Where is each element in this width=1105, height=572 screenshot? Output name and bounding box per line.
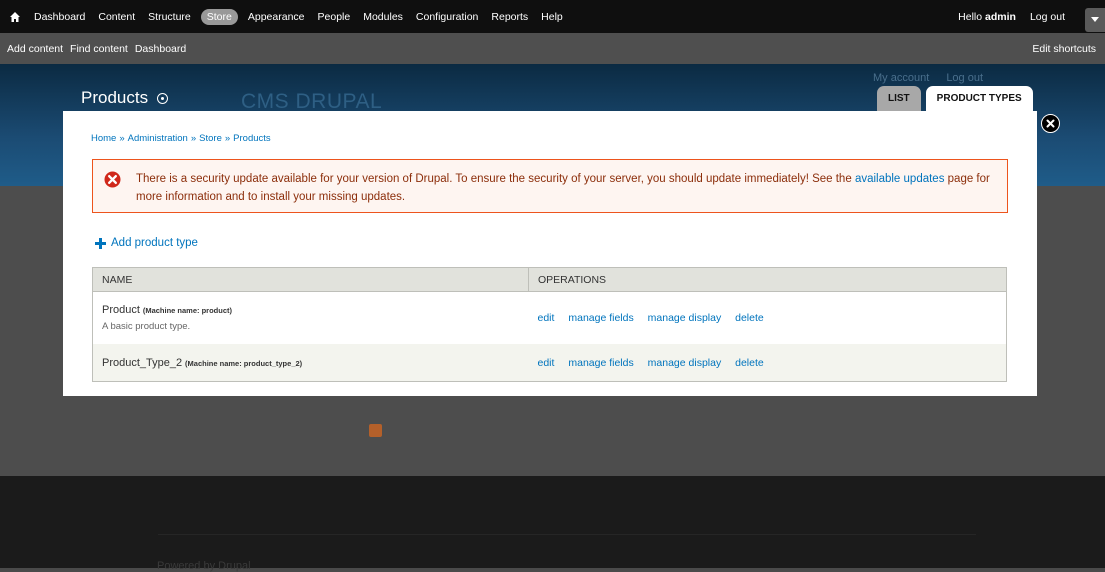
chevron-down-icon — [1091, 17, 1099, 22]
column-header-operations: OPERATIONS — [528, 267, 1007, 292]
shortcut-add-icon[interactable] — [157, 92, 169, 104]
breadcrumb-separator: » — [224, 133, 231, 144]
shortcuts-toggle-button[interactable] — [1085, 7, 1105, 32]
edit-shortcuts-link[interactable]: Edit shortcuts — [1032, 33, 1096, 64]
close-icon[interactable] — [1041, 114, 1060, 133]
machine-name: (Machine name: product) — [142, 306, 233, 315]
hello-user: Hello admin — [958, 11, 1016, 23]
footer-divider — [158, 534, 976, 535]
product-type-name-cell: Product_Type_2 (Machine name: product_ty… — [92, 344, 529, 382]
delete-link[interactable]: delete — [735, 312, 764, 324]
hello-prefix: Hello — [958, 10, 983, 23]
product-type-name: Product — [102, 304, 140, 316]
product-type-description: A basic product type. — [102, 321, 191, 332]
shortcut-add-content[interactable]: Add content — [7, 43, 63, 55]
product-type-name: Product_Type_2 — [102, 356, 183, 369]
rss-icon[interactable] — [369, 424, 382, 437]
error-message: There is a security update available for… — [92, 159, 1008, 213]
header-logout-link[interactable]: Log out — [946, 72, 983, 84]
table-row: Product (Machine name: product) A basic … — [92, 291, 1007, 344]
powered-by-drupal[interactable]: Powered by Drupal — [157, 560, 251, 572]
toolbar-item-modules[interactable]: Modules — [363, 11, 403, 23]
manage-fields-link[interactable]: manage fields — [568, 312, 633, 324]
breadcrumb-store[interactable]: Store — [199, 133, 222, 144]
shortcut-dashboard[interactable]: Dashboard — [135, 43, 186, 55]
table-header-row: NAME OPERATIONS — [92, 267, 1007, 292]
toolbar-item-content[interactable]: Content — [98, 11, 135, 23]
breadcrumb: Home» Administration» Store» Products — [91, 133, 271, 144]
product-type-name-cell: Product (Machine name: product) A basic … — [92, 291, 529, 344]
shortcut-list: Add content Find content Dashboard — [7, 33, 193, 64]
toolbar-item-reports[interactable]: Reports — [491, 11, 528, 23]
edit-link[interactable]: edit — [538, 312, 555, 324]
page-title-text: Products — [81, 88, 149, 107]
machine-name: (Machine name: product_type_2) — [185, 358, 303, 368]
toolbar-item-dashboard[interactable]: Dashboard — [34, 11, 85, 23]
toolbar-user: Hello admin Log out — [958, 0, 1105, 33]
tab-list[interactable]: LIST — [877, 86, 921, 111]
user-account-links: My account Log out — [873, 72, 997, 84]
breadcrumb-products[interactable]: Products — [233, 133, 271, 144]
manage-display-link[interactable]: manage display — [648, 357, 722, 369]
toolbar-item-help[interactable]: Help — [541, 11, 563, 23]
tab-product-types[interactable]: PRODUCT TYPES — [925, 86, 1033, 111]
edit-link[interactable]: edit — [538, 357, 555, 369]
logout-link[interactable]: Log out — [1030, 11, 1065, 23]
table-row: Product_Type_2 (Machine name: product_ty… — [92, 344, 1007, 382]
home-icon[interactable] — [9, 11, 21, 23]
column-header-name: NAME — [92, 267, 529, 292]
breadcrumb-separator: » — [119, 133, 125, 144]
delete-link[interactable]: delete — [735, 357, 764, 369]
shortcut-find-content[interactable]: Find content — [70, 43, 128, 55]
my-account-link[interactable]: My account — [873, 72, 929, 84]
breadcrumb-home[interactable]: Home — [91, 133, 116, 144]
username[interactable]: admin — [985, 11, 1016, 23]
toolbar-item-structure[interactable]: Structure — [148, 11, 191, 23]
plus-icon — [95, 237, 106, 249]
admin-toolbar: Dashboard Content Structure Store Appear… — [0, 0, 1105, 33]
overlay-tabs: LIST PRODUCT TYPES — [877, 86, 1038, 111]
manage-fields-link[interactable]: manage fields — [568, 357, 633, 369]
page-title: Products — [81, 88, 169, 108]
toolbar-item-appearance[interactable]: Appearance — [248, 11, 305, 23]
toolbar-item-people[interactable]: People — [318, 11, 351, 23]
operations-cell: edit manage fields manage display delete — [528, 291, 1007, 344]
available-updates-link[interactable]: available updates — [855, 173, 945, 185]
toolbar-menu: Dashboard Content Structure Store Appear… — [9, 0, 576, 33]
breadcrumb-administration[interactable]: Administration — [128, 133, 188, 144]
breadcrumb-separator: » — [190, 133, 197, 144]
error-icon — [104, 171, 121, 188]
product-types-table: NAME OPERATIONS Product (Machine name: p… — [92, 267, 1007, 382]
add-product-type-label: Add product type — [111, 237, 198, 249]
message-text-before: There is a security update available for… — [136, 173, 852, 185]
error-message-text: There is a security update available for… — [136, 170, 996, 206]
shortcuts-bar: Add content Find content Dashboard Edit … — [0, 33, 1105, 64]
manage-display-link[interactable]: manage display — [648, 312, 722, 324]
toolbar-item-store[interactable]: Store — [200, 8, 238, 25]
operations-cell: edit manage fields manage display delete — [528, 344, 1007, 382]
overlay-panel: Home» Administration» Store» Products There… — [63, 111, 1037, 396]
toolbar-item-configuration[interactable]: Configuration — [416, 11, 478, 23]
site-footer: Powered by Drupal — [0, 476, 1105, 572]
add-product-type-link[interactable]: Add product type — [95, 237, 198, 249]
